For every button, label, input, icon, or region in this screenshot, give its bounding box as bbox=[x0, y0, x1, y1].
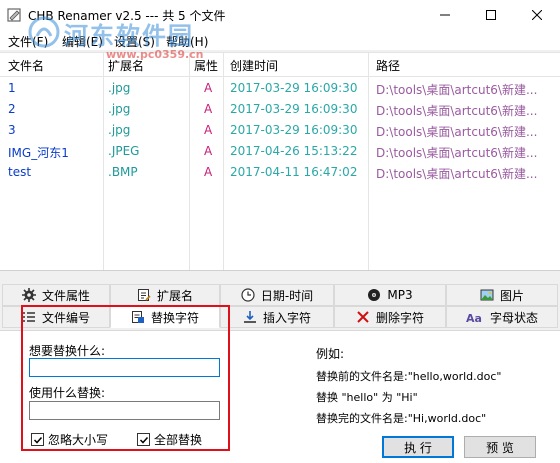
maximize-button[interactable] bbox=[468, 0, 514, 30]
close-icon bbox=[532, 10, 542, 20]
list-header: 文件名 扩展名 属性 创建时间 路径 bbox=[0, 53, 560, 77]
insert-icon bbox=[243, 311, 256, 323]
example-heading: 例如: bbox=[316, 347, 345, 361]
cell-ext: .BMP bbox=[108, 165, 138, 179]
tab-label: 日期-时间 bbox=[260, 288, 314, 303]
tab-extension[interactable]: 扩展名 bbox=[110, 284, 220, 306]
cell-created: 2017-04-26 15:13:22 bbox=[230, 144, 358, 158]
cell-created: 2017-04-11 16:47:02 bbox=[230, 165, 358, 179]
execute-button[interactable]: 执 行 bbox=[382, 436, 454, 458]
minimize-icon bbox=[440, 14, 450, 16]
menu-bar: 文件(F) 编辑(E) 设置(S) 帮助(H) bbox=[0, 30, 560, 50]
table-row[interactable]: test .BMP A 2017-04-11 16:47:02 D:\tools… bbox=[0, 162, 560, 183]
tab-delete[interactable]: 删除字符 bbox=[334, 306, 446, 328]
cell-name: 1 bbox=[8, 81, 16, 95]
cell-ext: .jpg bbox=[108, 123, 131, 137]
cell-created: 2017-03-29 16:09:30 bbox=[230, 81, 358, 95]
column-header-created[interactable]: 创建时间 bbox=[230, 57, 278, 74]
tab-label: 扩展名 bbox=[156, 288, 193, 303]
menu-settings[interactable]: 设置(S) bbox=[114, 33, 155, 50]
menu-edit[interactable]: 编辑(E) bbox=[62, 33, 103, 50]
table-row[interactable]: IMG_河东1 .JPEG A 2017-04-26 15:13:22 D:\t… bbox=[0, 141, 560, 162]
cell-name: test bbox=[8, 165, 32, 179]
example-after: 替换完的文件名是:"Hi,world.doc" bbox=[316, 412, 487, 425]
cell-name: 3 bbox=[8, 123, 16, 137]
title-bar: CHB Renamer v2.5 --- 共 5 个文件 bbox=[0, 0, 560, 30]
cell-name: 2 bbox=[8, 102, 16, 116]
document-edit-icon bbox=[137, 289, 151, 301]
cell-path: D:\tools\桌面\artcut6\新建... bbox=[376, 167, 538, 181]
cell-attr: A bbox=[204, 81, 213, 95]
table-row[interactable]: 3 .jpg A 2017-03-29 16:09:30 D:\tools\桌面… bbox=[0, 120, 560, 141]
tab-datetime[interactable]: 日期-时间 bbox=[220, 284, 334, 306]
tab-label: 文件属性 bbox=[41, 288, 90, 303]
cell-attr: A bbox=[204, 102, 213, 116]
tab-label: 插入字符 bbox=[262, 310, 311, 325]
preview-button[interactable]: 预 览 bbox=[464, 436, 536, 458]
cell-path: D:\tools\桌面\artcut6\新建... bbox=[376, 104, 538, 118]
cell-attr: A bbox=[204, 144, 213, 158]
tab-label: MP3 bbox=[387, 288, 413, 302]
column-header-path[interactable]: 路径 bbox=[376, 57, 400, 74]
close-button[interactable] bbox=[514, 0, 560, 30]
picture-icon bbox=[480, 289, 494, 301]
cell-path: D:\tools\桌面\artcut6\新建... bbox=[376, 83, 538, 97]
cell-ext: .JPEG bbox=[108, 144, 140, 158]
cell-ext: .jpg bbox=[108, 81, 131, 95]
cell-name: IMG_河东1 bbox=[8, 146, 69, 160]
disc-icon bbox=[368, 289, 381, 301]
tab-label: 删除字符 bbox=[375, 310, 424, 325]
tab-mp3[interactable]: MP3 bbox=[334, 284, 446, 306]
cell-path: D:\tools\桌面\artcut6\新建... bbox=[376, 146, 538, 160]
tab-picture[interactable]: 图片 bbox=[446, 284, 558, 306]
app-icon bbox=[7, 8, 21, 22]
file-list[interactable]: 文件名 扩展名 属性 创建时间 路径 1 .jpg A 2017-03-29 1… bbox=[0, 52, 560, 271]
menu-help[interactable]: 帮助(H) bbox=[166, 33, 208, 50]
delete-x-icon bbox=[357, 311, 369, 323]
cell-attr: A bbox=[204, 123, 213, 137]
clock-icon bbox=[241, 288, 255, 302]
example-before: 替换前的文件名是:"hello,world.doc" bbox=[316, 370, 502, 383]
menu-file[interactable]: 文件(F) bbox=[8, 33, 48, 50]
tab-file-attributes[interactable]: 文件属性 bbox=[2, 284, 110, 306]
letter-case-icon: Aa bbox=[466, 312, 482, 324]
example-rule: 替换 "hello" 为 "Hi" bbox=[316, 391, 418, 404]
table-row[interactable]: 1 .jpg A 2017-03-29 16:09:30 D:\tools\桌面… bbox=[0, 78, 560, 99]
highlight-frame bbox=[21, 305, 230, 451]
tab-label: 字母状态 bbox=[489, 310, 538, 325]
column-header-name[interactable]: 文件名 bbox=[8, 57, 44, 74]
cell-created: 2017-03-29 16:09:30 bbox=[230, 102, 358, 116]
window-title: CHB Renamer v2.5 --- 共 5 个文件 bbox=[28, 9, 226, 23]
column-header-attr[interactable]: 属性 bbox=[194, 57, 218, 74]
tab-insert[interactable]: 插入字符 bbox=[220, 306, 334, 328]
table-row[interactable]: 2 .jpg A 2017-03-29 16:09:30 D:\tools\桌面… bbox=[0, 99, 560, 120]
minimize-button[interactable] bbox=[422, 0, 468, 30]
cell-created: 2017-03-29 16:09:30 bbox=[230, 123, 358, 137]
gear-icon bbox=[21, 288, 36, 302]
cell-attr: A bbox=[204, 165, 213, 179]
cell-ext: .jpg bbox=[108, 102, 131, 116]
column-header-ext[interactable]: 扩展名 bbox=[108, 57, 144, 74]
tab-label: 图片 bbox=[499, 288, 524, 303]
svg-text:Aa: Aa bbox=[466, 312, 482, 324]
tab-area: 文件属性 扩展名 日期-时间 MP3 图片 文件编号 替换字符 插入字符 删除字… bbox=[0, 270, 560, 463]
cell-path: D:\tools\桌面\artcut6\新建... bbox=[376, 125, 538, 139]
tab-letter-case[interactable]: Aa 字母状态 bbox=[446, 306, 558, 328]
maximize-icon bbox=[486, 10, 496, 20]
